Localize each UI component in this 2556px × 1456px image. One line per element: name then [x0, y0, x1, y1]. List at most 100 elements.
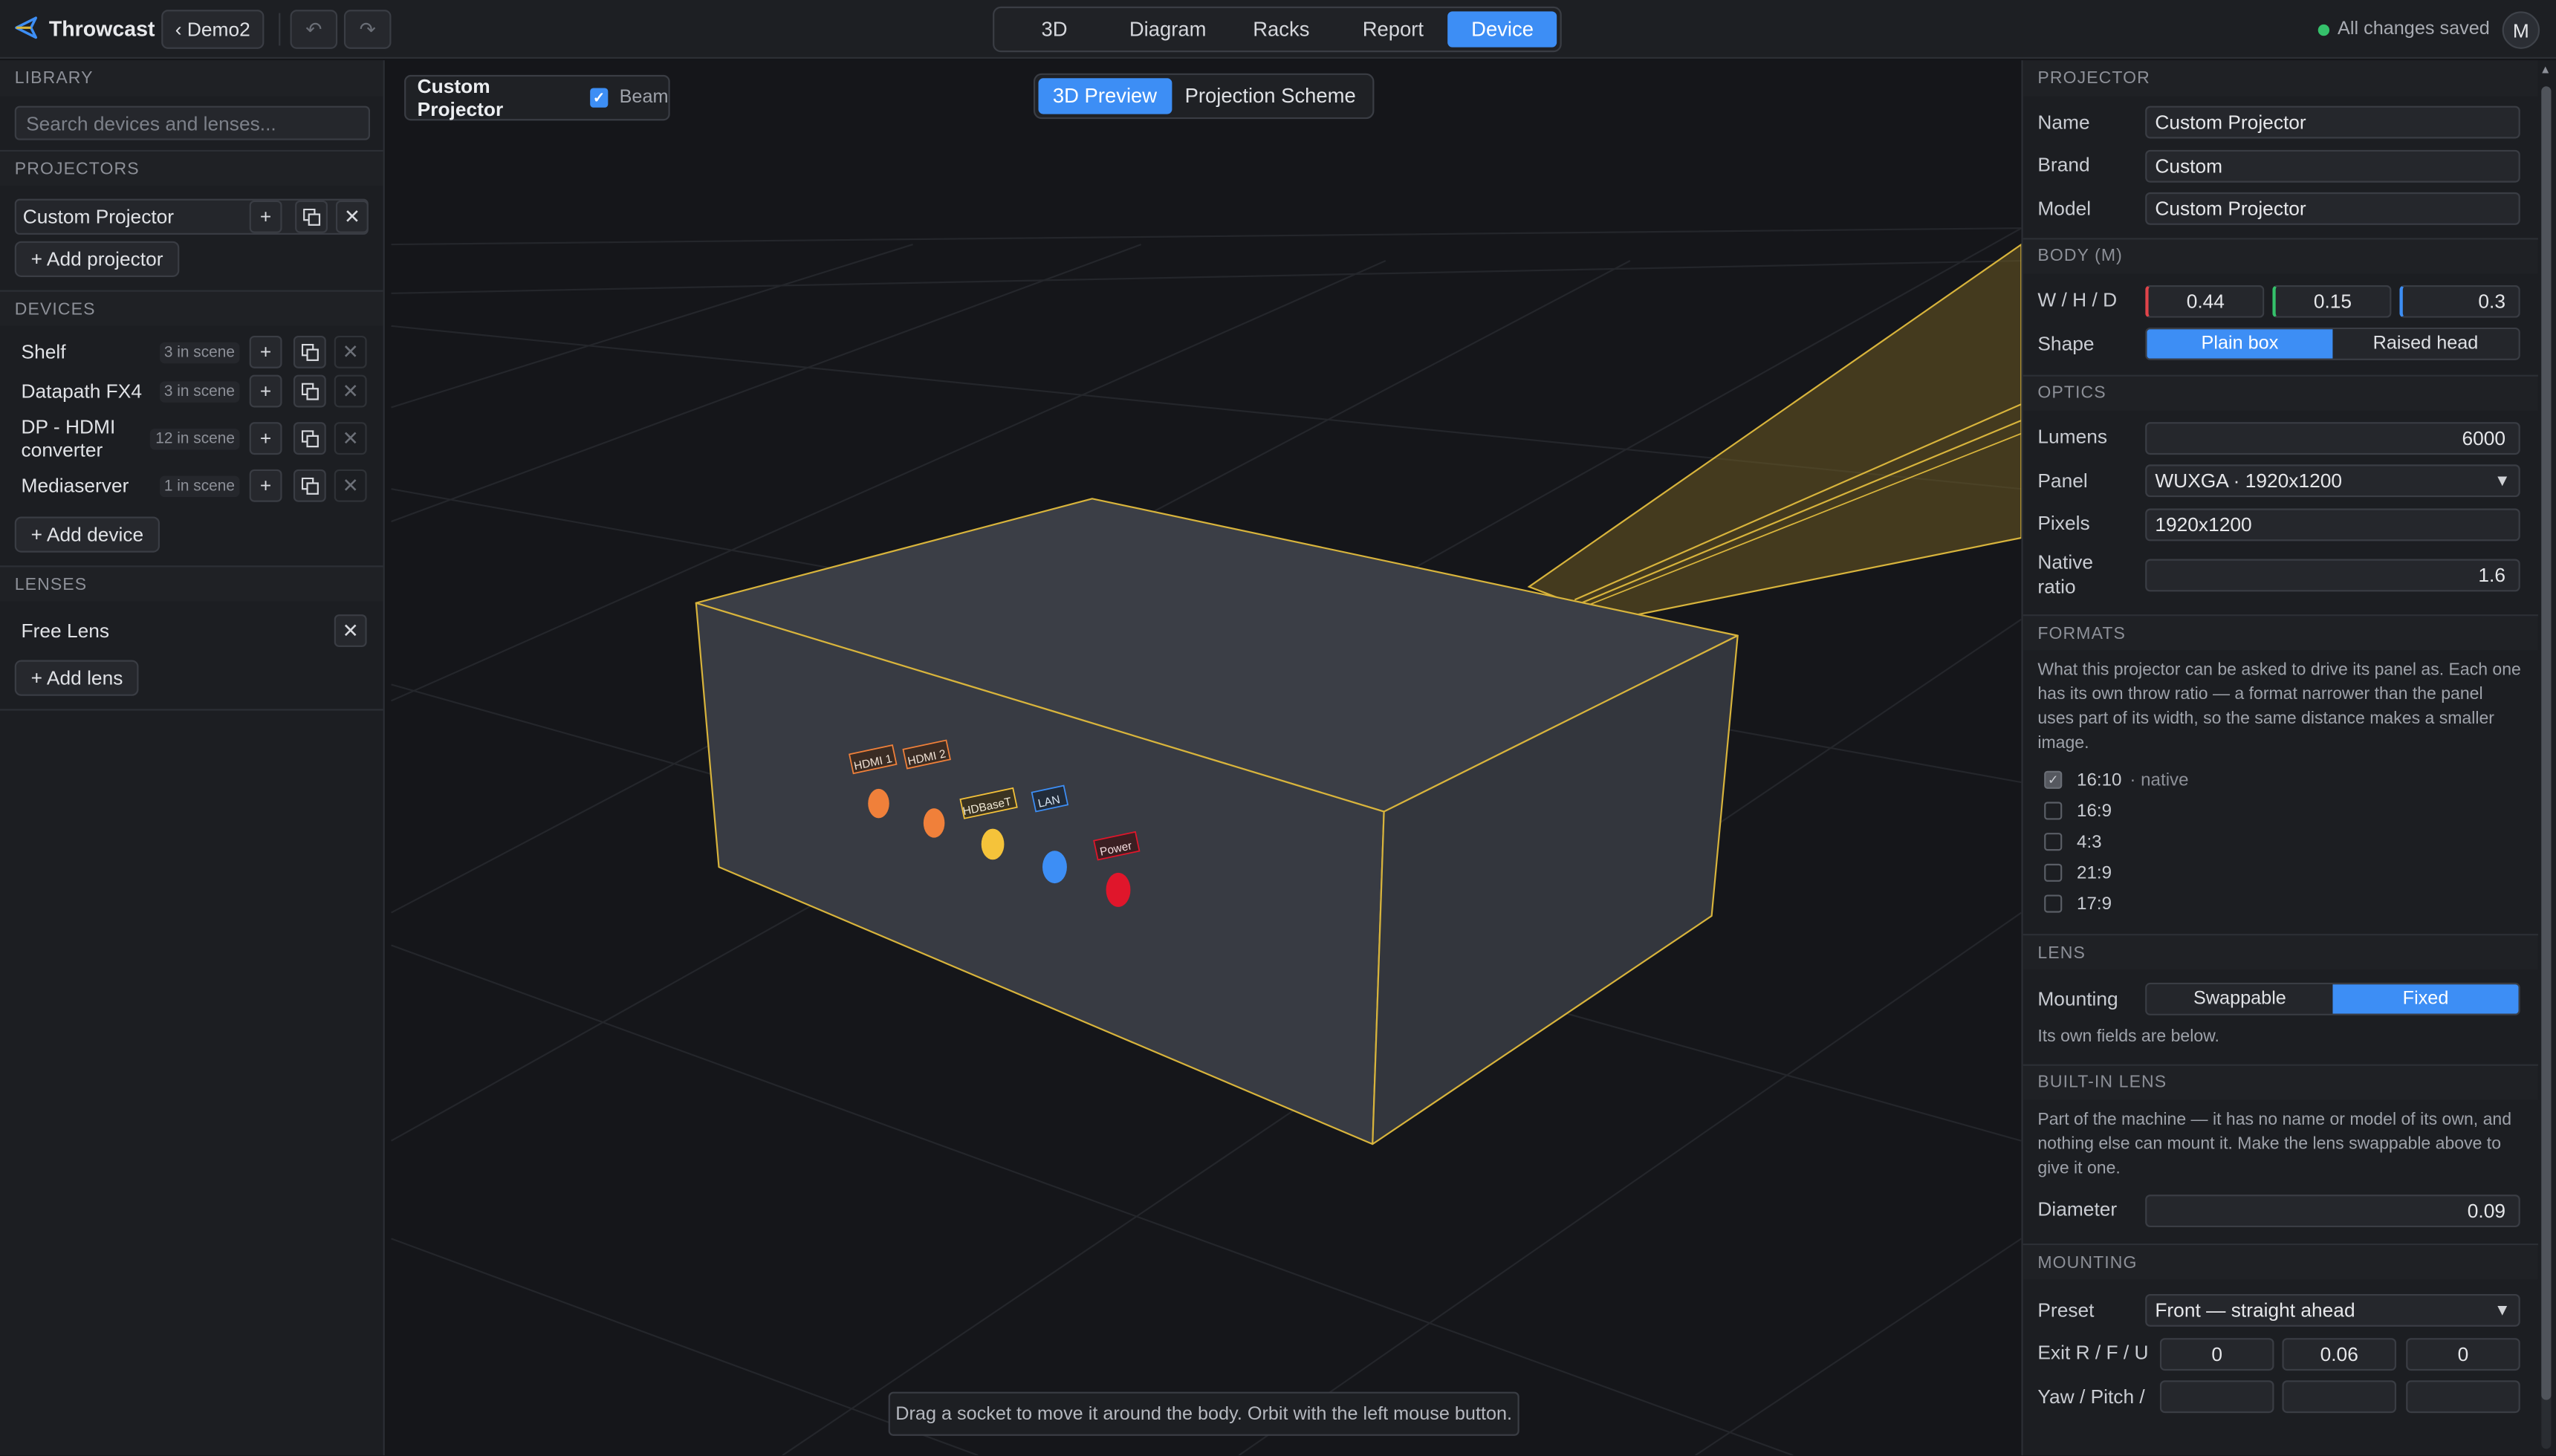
device-name: Mediaserver — [21, 474, 129, 498]
add-lens-button[interactable]: + Add lens — [14, 660, 140, 696]
redo-button[interactable]: ↷ — [343, 10, 392, 49]
socket-power[interactable] — [1106, 872, 1131, 907]
main-tabs: 3D Diagram Racks Report Device — [993, 6, 1562, 53]
duplicate-icon[interactable] — [293, 469, 326, 502]
height-input[interactable]: 0.15 — [2272, 285, 2392, 318]
mount-fixed[interactable]: Fixed — [2332, 984, 2519, 1015]
duplicate-icon[interactable] — [293, 422, 326, 455]
format-option[interactable]: ✓ 16:10 · native — [2023, 764, 2556, 796]
pitch-input[interactable] — [2282, 1380, 2397, 1414]
lumens-input[interactable]: 6000 — [2145, 421, 2520, 455]
format-checkbox[interactable] — [2044, 863, 2063, 882]
native-ratio-input[interactable]: 1.6 — [2145, 559, 2520, 592]
format-option[interactable]: 21:9 — [2023, 857, 2556, 888]
beam-checkbox[interactable]: ✓ — [590, 88, 609, 108]
duplicate-icon[interactable] — [293, 374, 326, 408]
format-checkbox[interactable]: ✓ — [2044, 770, 2063, 789]
width-input[interactable]: 0.44 — [2145, 285, 2265, 318]
library-search-input[interactable]: Search devices and lenses... — [14, 105, 371, 140]
panel-value: WUXGA · 1920x1200 — [2155, 469, 2343, 493]
add-device-button[interactable]: + Add device — [14, 516, 160, 553]
shape-raised-head[interactable]: Raised head — [2332, 329, 2519, 360]
lens-section-heading: LENS — [2023, 934, 2538, 970]
socket-lan[interactable] — [1042, 851, 1067, 884]
mount-swappable[interactable]: Swappable — [2147, 984, 2333, 1015]
duplicate-icon[interactable] — [295, 200, 328, 233]
add-device-instance-button[interactable]: + — [249, 374, 282, 408]
device-title-bar: Custom Projector ✓ Beam — [404, 74, 670, 121]
socket-hdmi1[interactable] — [868, 788, 889, 819]
roll-input[interactable] — [2406, 1380, 2520, 1414]
scrollbar-thumb[interactable] — [2541, 86, 2552, 1400]
pixels-input[interactable]: 1920x1200 — [2145, 507, 2520, 541]
user-avatar[interactable]: M — [2502, 11, 2540, 49]
add-instance-button[interactable]: + — [249, 200, 282, 233]
device-item[interactable]: Datapath FX4 3 in scene + ✕ — [0, 371, 383, 411]
inspector-scrollbar[interactable] — [2541, 86, 2552, 1449]
add-device-instance-button[interactable]: + — [249, 335, 282, 368]
scroll-up-icon[interactable]: ▲ — [2540, 65, 2551, 77]
remove-device-button[interactable]: ✕ — [334, 374, 367, 408]
project-back-button[interactable]: ‹ Demo2 — [161, 10, 265, 49]
device-item[interactable]: DP - HDMI converter 12 in scene + ✕ — [0, 411, 383, 467]
tab-racks[interactable]: Racks — [1225, 11, 1338, 47]
socket-hdbaset[interactable] — [981, 828, 1005, 860]
duplicate-icon[interactable] — [293, 335, 326, 368]
device-count-badge: 1 in scene — [159, 475, 240, 497]
remove-lens-button[interactable]: ✕ — [334, 614, 367, 647]
tab-device[interactable]: Device — [1448, 11, 1557, 48]
remove-device-button[interactable]: ✕ — [334, 469, 367, 502]
shape-toggle: Plain box Raised head — [2145, 328, 2520, 361]
depth-input[interactable]: 0.3 — [2399, 285, 2520, 318]
projector-item[interactable]: Custom Projector + ✕ — [14, 198, 369, 235]
dimensions-row: W / H / D 0.44 0.15 0.3 — [2023, 279, 2538, 322]
exit-f-input[interactable]: 0.06 — [2282, 1337, 2397, 1371]
format-checkbox[interactable] — [2044, 802, 2063, 820]
add-device-instance-button[interactable]: + — [249, 469, 282, 502]
undo-button[interactable]: ↶ — [290, 10, 338, 49]
brand-row: Brand Custom — [2023, 144, 2538, 187]
3d-viewport[interactable]: HDMI 1 HDMI 2 HDBaseT LAN Power Custom P… — [386, 60, 2022, 1456]
native-ratio-label: Native ratio — [2037, 550, 2094, 599]
brand-label: Brand — [2037, 153, 2090, 177]
format-option[interactable]: 16:9 — [2023, 796, 2556, 827]
preset-select[interactable]: Front — straight ahead ▼ — [2145, 1294, 2520, 1327]
mode-projection-scheme[interactable]: Projection Scheme — [1172, 78, 1369, 114]
tab-3d[interactable]: 3D — [998, 11, 1112, 47]
remove-projector-button[interactable]: ✕ — [335, 200, 369, 233]
device-item[interactable]: Mediaserver 1 in scene + ✕ — [0, 466, 383, 505]
exit-u-input[interactable]: 0 — [2406, 1337, 2520, 1371]
formats-description: What this projector can be asked to driv… — [2037, 660, 2521, 753]
chevron-down-icon: ▼ — [2494, 1301, 2511, 1320]
diameter-input[interactable]: 0.09 — [2145, 1194, 2520, 1227]
mounting-section-heading: MOUNTING — [2023, 1243, 2538, 1280]
format-option[interactable]: 4:3 — [2023, 826, 2556, 857]
format-checkbox[interactable] — [2044, 894, 2063, 913]
remove-device-button[interactable]: ✕ — [334, 422, 367, 455]
view-mode-switch: 3D Preview Projection Scheme — [1033, 73, 1375, 120]
brand-input[interactable]: Custom — [2145, 149, 2520, 183]
panel-label: Panel — [2037, 469, 2088, 493]
scene-canvas[interactable]: HDMI 1 HDMI 2 HDBaseT LAN Power — [386, 60, 2022, 1456]
device-item[interactable]: Shelf 3 in scene + ✕ — [0, 333, 383, 372]
panel-select[interactable]: WUXGA · 1920x1200 ▼ — [2145, 464, 2520, 498]
model-input[interactable]: Custom Projector — [2145, 192, 2520, 226]
add-projector-button[interactable]: + Add projector — [14, 241, 180, 277]
format-checkbox[interactable] — [2044, 833, 2063, 851]
mode-3d-preview[interactable]: 3D Preview — [1038, 78, 1172, 114]
format-option[interactable]: 17:9 — [2023, 888, 2556, 920]
tab-diagram[interactable]: Diagram — [1111, 11, 1225, 47]
preset-label: Preset — [2037, 1298, 2095, 1322]
app-brand[interactable]: Throwcast — [13, 15, 155, 41]
lens-item[interactable]: Free Lens ✕ — [0, 611, 383, 651]
device-count-badge: 12 in scene — [150, 427, 240, 449]
tab-report[interactable]: Report — [1338, 11, 1448, 47]
shape-plain-box[interactable]: Plain box — [2147, 329, 2333, 360]
lenses-heading: LENSES — [0, 565, 383, 602]
exit-r-input[interactable]: 0 — [2159, 1337, 2274, 1371]
remove-device-button[interactable]: ✕ — [334, 335, 367, 368]
socket-hdmi2[interactable] — [923, 808, 945, 838]
yaw-input[interactable] — [2159, 1380, 2274, 1414]
add-device-instance-button[interactable]: + — [249, 422, 282, 455]
name-input[interactable]: Custom Projector — [2145, 106, 2520, 140]
